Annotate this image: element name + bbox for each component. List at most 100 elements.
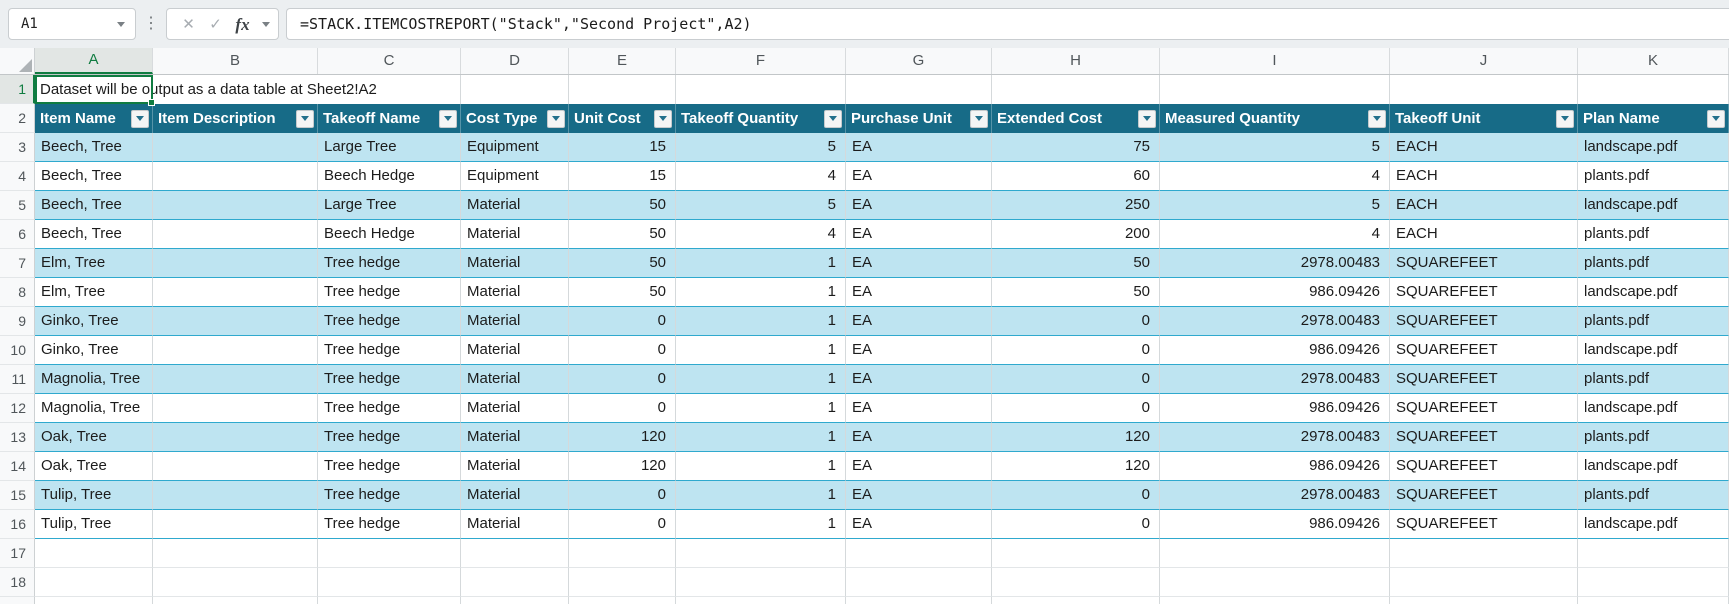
cell-c14[interactable]: Tree hedge — [318, 452, 461, 481]
cell-i13[interactable]: 2978.00483 — [1160, 423, 1390, 452]
cell-c11[interactable]: Tree hedge — [318, 365, 461, 394]
cell-j3[interactable]: EACH — [1390, 133, 1578, 162]
cell-d7[interactable]: Material — [461, 249, 569, 278]
filter-button-takeoff-name[interactable] — [439, 109, 457, 128]
cell-b9[interactable] — [153, 307, 318, 336]
cell-k11[interactable]: plants.pdf — [1578, 365, 1729, 394]
row-header-2[interactable]: 2 — [0, 104, 35, 133]
filter-button-extended-cost[interactable] — [1138, 109, 1156, 128]
header-cell-purchase-unit[interactable]: Purchase Unit — [846, 104, 992, 133]
cell-h7[interactable]: 50 — [992, 249, 1160, 278]
cell-k8[interactable]: landscape.pdf — [1578, 278, 1729, 307]
cell-f15[interactable]: 1 — [676, 481, 846, 510]
cell-i17[interactable] — [1160, 539, 1390, 568]
cell-a17[interactable] — [35, 539, 153, 568]
cell-j17[interactable] — [1390, 539, 1578, 568]
cell-b13[interactable] — [153, 423, 318, 452]
cell-b5[interactable] — [153, 191, 318, 220]
cell-e13[interactable]: 120 — [569, 423, 676, 452]
cell-h10[interactable]: 0 — [992, 336, 1160, 365]
cell-f7[interactable]: 1 — [676, 249, 846, 278]
cell-f12[interactable]: 1 — [676, 394, 846, 423]
cell-i15[interactable]: 2978.00483 — [1160, 481, 1390, 510]
cell-e6[interactable]: 50 — [569, 220, 676, 249]
cell-f18[interactable] — [676, 568, 846, 597]
cell-i1[interactable] — [1160, 75, 1390, 104]
cell-a15[interactable]: Tulip, Tree — [35, 481, 153, 510]
cell-d11[interactable]: Material — [461, 365, 569, 394]
cell-e9[interactable]: 0 — [569, 307, 676, 336]
cell-c5[interactable]: Large Tree — [318, 191, 461, 220]
header-cell-measured-quantity[interactable]: Measured Quantity — [1160, 104, 1390, 133]
cell-i5[interactable]: 5 — [1160, 191, 1390, 220]
cell-a11[interactable]: Magnolia, Tree — [35, 365, 153, 394]
filter-button-takeoff-quantity[interactable] — [824, 109, 842, 128]
cell-g13[interactable]: EA — [846, 423, 992, 452]
cell-f6[interactable]: 4 — [676, 220, 846, 249]
cell-h8[interactable]: 50 — [992, 278, 1160, 307]
cell-j1[interactable] — [1390, 75, 1578, 104]
cell-h17[interactable] — [992, 539, 1160, 568]
cell-d8[interactable]: Material — [461, 278, 569, 307]
cell-j5[interactable]: EACH — [1390, 191, 1578, 220]
cell-d3[interactable]: Equipment — [461, 133, 569, 162]
cell-k14[interactable]: landscape.pdf — [1578, 452, 1729, 481]
cell-c16[interactable]: Tree hedge — [318, 510, 461, 539]
cell-e17[interactable] — [569, 539, 676, 568]
cell-k18[interactable] — [1578, 568, 1729, 597]
cell-f13[interactable]: 1 — [676, 423, 846, 452]
row-header-3[interactable]: 3 — [0, 133, 35, 162]
cell-c8[interactable]: Tree hedge — [318, 278, 461, 307]
cell-b8[interactable] — [153, 278, 318, 307]
column-header-b[interactable]: B — [153, 48, 318, 74]
cell-d16[interactable]: Material — [461, 510, 569, 539]
filter-button-measured-quantity[interactable] — [1368, 109, 1386, 128]
cell-k10[interactable]: landscape.pdf — [1578, 336, 1729, 365]
cell-g17[interactable] — [846, 539, 992, 568]
header-cell-item-name[interactable]: Item Name — [35, 104, 153, 133]
cell-a8[interactable]: Elm, Tree — [35, 278, 153, 307]
cell-d15[interactable]: Material — [461, 481, 569, 510]
cell-e15[interactable]: 0 — [569, 481, 676, 510]
cell-a18[interactable] — [35, 568, 153, 597]
column-header-d[interactable]: D — [461, 48, 569, 74]
cell-g16[interactable]: EA — [846, 510, 992, 539]
cell-j12[interactable]: SQUAREFEET — [1390, 394, 1578, 423]
cell-b10[interactable] — [153, 336, 318, 365]
cell-f11[interactable]: 1 — [676, 365, 846, 394]
cell-j4[interactable]: EACH — [1390, 162, 1578, 191]
column-header-c[interactable]: C — [318, 48, 461, 74]
cell-j9[interactable]: SQUAREFEET — [1390, 307, 1578, 336]
cell-h4[interactable]: 60 — [992, 162, 1160, 191]
column-header-g[interactable]: G — [846, 48, 992, 74]
cell-c4[interactable]: Beech Hedge — [318, 162, 461, 191]
cell-j13[interactable]: SQUAREFEET — [1390, 423, 1578, 452]
cell-k17[interactable] — [1578, 539, 1729, 568]
column-header-h[interactable]: H — [992, 48, 1160, 74]
cell-h13[interactable]: 120 — [992, 423, 1160, 452]
cell-g8[interactable]: EA — [846, 278, 992, 307]
cell-h6[interactable]: 200 — [992, 220, 1160, 249]
name-box-chevron-icon[interactable] — [117, 21, 125, 27]
column-header-e[interactable]: E — [569, 48, 676, 74]
cell-h15[interactable]: 0 — [992, 481, 1160, 510]
cell-k9[interactable]: plants.pdf — [1578, 307, 1729, 336]
cell-h16[interactable]: 0 — [992, 510, 1160, 539]
cell-i16[interactable]: 986.09426 — [1160, 510, 1390, 539]
cell-b7[interactable] — [153, 249, 318, 278]
cell-j10[interactable]: SQUAREFEET — [1390, 336, 1578, 365]
cell-b4[interactable] — [153, 162, 318, 191]
cell-g9[interactable]: EA — [846, 307, 992, 336]
cell-c3[interactable]: Large Tree — [318, 133, 461, 162]
cell-d6[interactable]: Material — [461, 220, 569, 249]
cell-h12[interactable]: 0 — [992, 394, 1160, 423]
row-header-5[interactable]: 5 — [0, 191, 35, 220]
row-header-14[interactable]: 14 — [0, 452, 35, 481]
cell-d12[interactable]: Material — [461, 394, 569, 423]
cell-a10[interactable]: Ginko, Tree — [35, 336, 153, 365]
cell-h3[interactable]: 75 — [992, 133, 1160, 162]
cell-a7[interactable]: Elm, Tree — [35, 249, 153, 278]
cell-h18[interactable] — [992, 568, 1160, 597]
cell-c18[interactable] — [318, 568, 461, 597]
cell-j14[interactable]: SQUAREFEET — [1390, 452, 1578, 481]
